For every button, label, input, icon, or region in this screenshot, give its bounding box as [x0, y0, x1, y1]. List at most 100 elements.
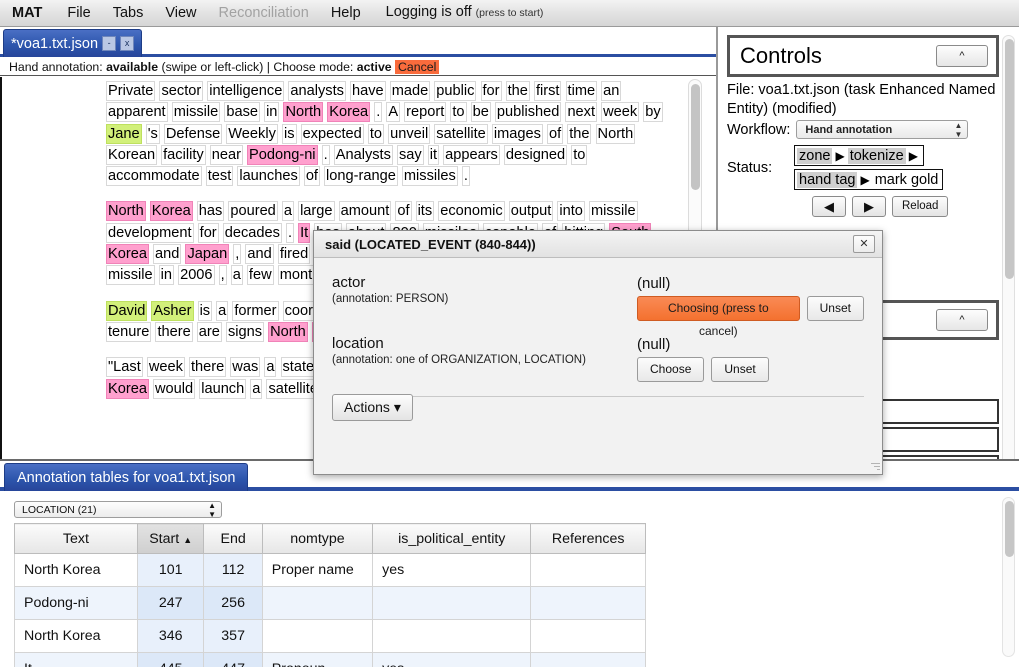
- document-token[interactable]: North: [283, 102, 324, 123]
- document-token[interactable]: to: [571, 144, 588, 165]
- document-token[interactable]: Private: [106, 81, 156, 101]
- document-token[interactable]: unveil: [388, 123, 431, 144]
- document-token[interactable]: former: [232, 300, 279, 321]
- document-token[interactable]: launches: [237, 166, 300, 187]
- document-token[interactable]: and: [153, 244, 182, 265]
- document-token[interactable]: missile: [171, 102, 221, 123]
- column-header-text[interactable]: Text: [14, 523, 138, 554]
- cancel-choose-button[interactable]: Cancel: [395, 60, 440, 74]
- document-token[interactable]: North: [268, 321, 308, 342]
- document-token[interactable]: week: [601, 102, 640, 123]
- document-token[interactable]: apparent: [106, 102, 168, 123]
- document-token[interactable]: the: [505, 81, 530, 101]
- document-token[interactable]: satellite: [434, 123, 488, 144]
- document-token[interactable]: poured: [228, 201, 278, 222]
- document-token[interactable]: few: [246, 265, 274, 286]
- document-token[interactable]: into: [557, 201, 585, 222]
- document-token[interactable]: fired: [277, 244, 311, 265]
- workflow-select[interactable]: Hand annotation ▲ ▼: [796, 120, 969, 139]
- document-token[interactable]: accommodate: [106, 166, 202, 187]
- document-token[interactable]: base: [224, 102, 260, 123]
- document-token[interactable]: expected: [300, 123, 364, 144]
- document-token[interactable]: has: [196, 201, 225, 222]
- document-token[interactable]: missile: [588, 201, 638, 222]
- document-token[interactable]: missile: [106, 265, 155, 286]
- document-token[interactable]: in: [158, 265, 175, 286]
- document-token[interactable]: appears: [443, 144, 500, 165]
- document-token[interactable]: Korean: [106, 144, 158, 165]
- document-token[interactable]: have: [350, 81, 386, 101]
- document-token[interactable]: for: [197, 222, 219, 243]
- column-header-start[interactable]: Start ▲: [136, 523, 205, 554]
- document-token[interactable]: tenure: [106, 321, 152, 342]
- table-row[interactable]: North Korea 101 112 Proper name yes: [14, 553, 646, 587]
- step-zone[interactable]: zone: [797, 147, 833, 164]
- document-token[interactable]: Weekly: [226, 123, 278, 144]
- menu-item-file[interactable]: File: [56, 0, 101, 27]
- document-token[interactable]: a: [216, 300, 229, 321]
- document-token[interactable]: images: [491, 123, 543, 144]
- document-token[interactable]: week: [146, 357, 185, 378]
- document-token[interactable]: Korea: [149, 201, 193, 222]
- document-tab-voa1[interactable]: *voa1.txt.json - x: [3, 29, 143, 57]
- annotation-table-scrollbar-thumb[interactable]: [1005, 501, 1014, 557]
- document-token[interactable]: launch: [199, 378, 247, 399]
- document-token[interactable]: a: [250, 378, 263, 399]
- document-token[interactable]: Podong-ni: [247, 144, 318, 165]
- document-token[interactable]: of: [395, 201, 412, 222]
- document-token[interactable]: an: [601, 81, 622, 101]
- table-row[interactable]: It445447Pronounyes: [14, 652, 646, 667]
- minimize-icon[interactable]: -: [102, 36, 117, 51]
- table-row[interactable]: Podong-ni 247 256: [14, 586, 646, 620]
- document-token[interactable]: its: [415, 201, 435, 222]
- document-token[interactable]: a: [230, 265, 243, 286]
- document-token[interactable]: Analysts: [333, 144, 393, 165]
- annotation-type-select[interactable]: LOCATION (21) ▲ ▼: [14, 501, 222, 519]
- document-token[interactable]: output: [508, 201, 554, 222]
- previous-step-button[interactable]: ◀: [812, 196, 846, 217]
- document-token[interactable]: facility: [161, 144, 206, 165]
- unset-actor-button[interactable]: Unset: [806, 296, 864, 321]
- document-token[interactable]: economic: [438, 201, 505, 222]
- document-token[interactable]: there: [155, 321, 193, 342]
- document-token[interactable]: David: [106, 300, 148, 321]
- column-header-is-political-entity[interactable]: is_political_entity: [372, 523, 532, 554]
- reload-button[interactable]: Reload: [892, 196, 949, 217]
- menu-item-tabs[interactable]: Tabs: [102, 0, 155, 27]
- document-token[interactable]: ,: [233, 244, 242, 265]
- document-token[interactable]: public: [434, 81, 477, 101]
- document-token[interactable]: to: [367, 123, 385, 144]
- controls-scrollbar[interactable]: [1002, 35, 1015, 465]
- document-token[interactable]: it: [427, 144, 440, 165]
- document-token[interactable]: development: [106, 222, 194, 243]
- document-token[interactable]: .: [285, 222, 295, 243]
- document-token[interactable]: Jane: [106, 123, 142, 144]
- document-token[interactable]: was: [230, 357, 261, 378]
- document-token[interactable]: signs: [225, 321, 265, 342]
- document-token[interactable]: .: [461, 166, 470, 187]
- document-token[interactable]: 's: [145, 123, 160, 144]
- menu-item-help[interactable]: Help: [320, 0, 372, 27]
- chevron-up-icon[interactable]: ^: [936, 309, 988, 331]
- unset-location-button[interactable]: Unset: [711, 357, 769, 382]
- annotation-table-scrollbar[interactable]: [1002, 497, 1015, 657]
- controls-scrollbar-thumb[interactable]: [1005, 39, 1014, 279]
- choosing-cancel-button[interactable]: Choosing (press to cancel): [637, 296, 800, 338]
- document-token[interactable]: made: [389, 81, 431, 101]
- document-token[interactable]: for: [480, 81, 502, 101]
- table-row[interactable]: North Korea 346 357: [14, 619, 646, 653]
- document-token[interactable]: say: [396, 144, 424, 165]
- document-token[interactable]: by: [643, 102, 663, 123]
- step-tokenize[interactable]: tokenize: [847, 147, 906, 164]
- document-token[interactable]: Korea: [106, 244, 149, 265]
- document-token[interactable]: and: [245, 244, 274, 265]
- document-token[interactable]: test: [205, 166, 234, 187]
- document-token[interactable]: a: [264, 357, 277, 378]
- document-token[interactable]: ,: [218, 265, 227, 286]
- document-paragraph[interactable]: Private sector intelligence analysts hav…: [106, 81, 686, 187]
- document-token[interactable]: of: [546, 123, 564, 144]
- document-token[interactable]: sector: [159, 81, 204, 101]
- document-scrollbar-thumb[interactable]: [691, 84, 700, 190]
- document-token[interactable]: .: [321, 144, 330, 165]
- document-token[interactable]: intelligence: [207, 81, 285, 101]
